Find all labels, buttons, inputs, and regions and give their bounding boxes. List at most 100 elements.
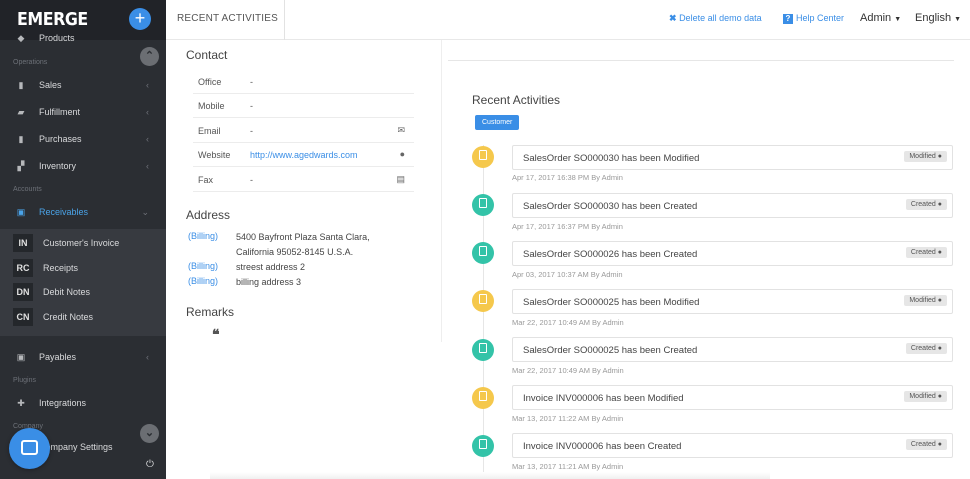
caret-down-icon: ▼ xyxy=(894,16,902,23)
contact-row-mobile: Mobile - xyxy=(193,94,414,118)
admin-dropdown[interactable]: Admin ▼ xyxy=(860,12,901,24)
activity-meta: Mar 22, 2017 10:49 AM By Admin xyxy=(512,318,624,327)
chat-launcher-button[interactable] xyxy=(9,428,50,469)
cubes-icon: ▞ xyxy=(17,160,25,171)
activity-meta: Mar 13, 2017 11:22 AM By Admin xyxy=(512,414,624,423)
activity-text: SalesOrder SO000026 has been Created xyxy=(523,249,698,260)
activity-status-tag: Modified ● xyxy=(904,151,947,162)
top-bar: RECENT ACTIVITIES ✖ Delete all demo data… xyxy=(166,0,970,40)
address-line: 5400 Bayfront Plaza Santa Clara, xyxy=(236,232,370,242)
chat-icon xyxy=(21,440,38,455)
contact-value: - xyxy=(250,126,253,136)
chevron-left-icon: ‹ xyxy=(146,352,149,362)
sidebar-item-products[interactable]: ◆ Products xyxy=(0,28,166,48)
activity-meta: Mar 13, 2017 11:21 AM By Admin xyxy=(512,462,624,471)
activity-item[interactable]: Invoice INV000006 has been Modified Modi… xyxy=(512,385,953,410)
activity-created-icon xyxy=(472,194,494,216)
activities-heading: Recent Activities xyxy=(472,93,561,107)
tag-icon: ◆ xyxy=(17,32,25,43)
sidebar: EMERGE + ◆ Products ⌃ Operations ▮ Sales… xyxy=(0,0,166,479)
language-label: English xyxy=(915,12,952,24)
activity-item[interactable]: SalesOrder SO000025 has been Created Cre… xyxy=(512,337,953,362)
scroll-up-button[interactable]: ⌃ xyxy=(140,47,159,66)
activity-status-tag: Modified ● xyxy=(904,295,947,306)
sidebar-item-purchases[interactable]: ▮ Purchases ‹ xyxy=(0,127,166,151)
quote-icon: ❝ xyxy=(212,327,220,343)
delete-demo-data-link[interactable]: ✖ Delete all demo data xyxy=(669,13,762,24)
document-icon xyxy=(479,198,487,209)
contact-label: Mobile xyxy=(198,101,225,111)
chevron-left-icon: ‹ xyxy=(146,134,149,144)
activity-item[interactable]: Invoice INV000006 has been Created Creat… xyxy=(512,433,953,458)
contact-row-fax: Fax - ▤ xyxy=(193,168,414,192)
sidebar-item-label: Payables xyxy=(39,352,77,362)
delete-demo-label: Delete all demo data xyxy=(679,13,762,23)
document-icon xyxy=(479,391,487,402)
contact-label: Office xyxy=(198,77,222,87)
contact-label: Website xyxy=(198,150,231,160)
remarks-heading: Remarks xyxy=(186,305,235,319)
contact-value: - xyxy=(250,77,253,87)
submenu-abbr: IN xyxy=(13,234,33,252)
activity-item[interactable]: SalesOrder SO000026 has been Created Cre… xyxy=(512,241,953,266)
activity-item[interactable]: SalesOrder SO000030 has been Modified Mo… xyxy=(512,145,953,170)
activity-status-tag: Created ● xyxy=(905,199,947,210)
submenu-item-customers-invoice[interactable]: IN Customer's Invoice xyxy=(0,232,166,254)
sidebar-item-label: Fulfillment xyxy=(39,107,81,117)
sidebar-item-inventory[interactable]: ▞ Inventory ‹ xyxy=(0,154,166,178)
contact-heading: Contact xyxy=(186,48,228,62)
book-icon: ▮ xyxy=(18,79,24,90)
activity-meta: Apr 17, 2017 16:37 PM By Admin xyxy=(512,222,623,231)
submenu-label: Customer's Invoice xyxy=(43,238,120,248)
document-icon xyxy=(479,439,487,450)
contact-label: Fax xyxy=(198,175,214,185)
document-icon xyxy=(479,150,487,161)
address-line: billing address 3 xyxy=(236,277,302,287)
customer-badge: Customer xyxy=(475,115,520,130)
submenu-label: Receipts xyxy=(43,263,79,273)
address-tag-billing: (Billing) xyxy=(188,261,219,271)
submenu-item-credit-notes[interactable]: CN Credit Notes xyxy=(0,306,166,328)
app-logo[interactable]: EMERGE xyxy=(17,9,88,30)
activity-meta: Apr 03, 2017 10:37 AM By Admin xyxy=(512,270,623,279)
document-icon xyxy=(479,343,487,354)
contact-row-website: Website http://www.agedwards.com ● xyxy=(193,143,414,167)
caret-down-icon: ▼ xyxy=(954,16,962,23)
help-center-link[interactable]: ? Help Center xyxy=(783,13,844,24)
activity-modified-icon xyxy=(472,146,494,168)
sidebar-item-receivables[interactable]: ▣ Receivables ⌄ xyxy=(0,200,166,224)
address-tag-billing: (Billing) xyxy=(188,276,219,286)
activity-modified-icon xyxy=(472,290,494,312)
submenu-abbr: DN xyxy=(13,283,33,301)
contact-value: - xyxy=(250,101,253,111)
submenu-item-debit-notes[interactable]: DN Debit Notes xyxy=(0,281,166,303)
activity-text: Invoice INV000006 has been Modified xyxy=(523,393,684,404)
submenu-item-receipts[interactable]: RC Receipts xyxy=(0,257,166,279)
activity-item[interactable]: SalesOrder SO000030 has been Created Cre… xyxy=(512,193,953,218)
activity-text: SalesOrder SO000025 has been Created xyxy=(523,345,698,356)
chevron-left-icon: ‹ xyxy=(146,80,149,90)
tab-recent-activities[interactable]: RECENT ACTIVITIES xyxy=(166,0,285,40)
activity-text: SalesOrder SO000030 has been Created xyxy=(523,201,698,212)
truck-icon: ▰ xyxy=(17,106,25,117)
sidebar-item-integrations[interactable]: ✚ Integrations xyxy=(0,391,166,415)
activity-status-tag: Modified ● xyxy=(904,391,947,402)
activity-item[interactable]: SalesOrder SO000025 has been Modified Mo… xyxy=(512,289,953,314)
website-link[interactable]: http://www.agedwards.com xyxy=(250,150,358,160)
sidebar-item-fulfillment[interactable]: ▰ Fulfillment ‹ xyxy=(0,100,166,124)
address-heading: Address xyxy=(186,208,231,222)
sidebar-item-payables[interactable]: ▣ Payables ‹ xyxy=(0,345,166,369)
power-icon[interactable]: ⏻ xyxy=(146,459,154,470)
section-plugins: Plugins xyxy=(13,377,36,384)
globe-icon[interactable]: ● xyxy=(400,149,405,159)
chevron-left-icon: ‹ xyxy=(146,107,149,117)
activity-text: SalesOrder SO000030 has been Modified xyxy=(523,153,700,164)
language-dropdown[interactable]: English ▼ xyxy=(915,12,961,24)
envelope-icon[interactable]: ✉ xyxy=(397,125,405,136)
add-new-button[interactable]: + xyxy=(129,8,151,30)
activity-created-icon xyxy=(472,339,494,361)
sidebar-item-sales[interactable]: ▮ Sales ‹ xyxy=(0,73,166,97)
sidebar-item-label: Products xyxy=(39,33,75,43)
fax-icon[interactable]: ▤ xyxy=(396,174,405,185)
column-divider xyxy=(441,40,442,342)
